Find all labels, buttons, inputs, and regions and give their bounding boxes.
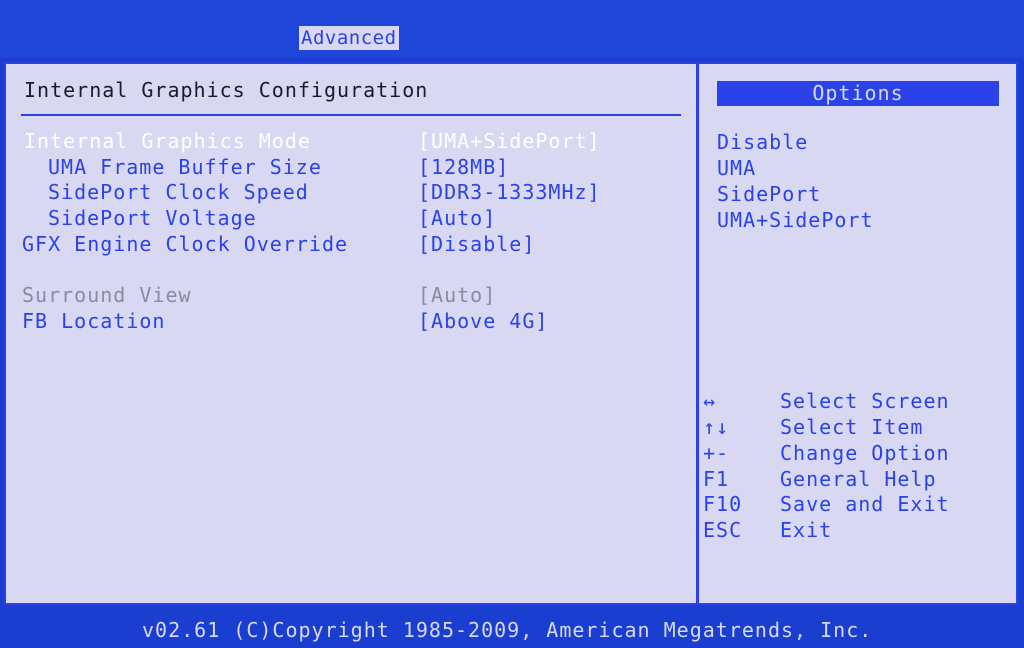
- option-item-disable[interactable]: Disable: [717, 129, 808, 155]
- help-key: +-: [703, 441, 730, 465]
- setting-value: [Auto]: [418, 283, 497, 307]
- setting-label: UMA Frame Buffer Size: [48, 155, 322, 179]
- setting-row-fb-location[interactable]: FB Location [Above 4G]: [6, 308, 696, 334]
- footer-copyright: v02.61 (C)Copyright 1985-2009, American …: [0, 612, 1024, 645]
- setting-label: SidePort Voltage: [48, 206, 257, 230]
- tab-advanced[interactable]: Advanced: [299, 26, 399, 50]
- setting-value[interactable]: [UMA+SidePort]: [418, 128, 601, 154]
- help-desc: Select Item: [780, 415, 924, 439]
- setting-row-uma-frame-buffer-size[interactable]: UMA Frame Buffer Size [128MB]: [6, 154, 696, 180]
- setting-row-internal-graphics-mode[interactable]: Internal Graphics Mode [UMA+SidePort]: [6, 128, 696, 154]
- option-item-sideport[interactable]: SidePort: [717, 181, 821, 207]
- option-item-uma[interactable]: UMA: [717, 155, 756, 181]
- setting-label: Internal Graphics Mode: [24, 129, 311, 153]
- setting-label: FB Location: [22, 309, 166, 333]
- help-row-select-item: ↑↓ Select Item: [703, 414, 1013, 440]
- help-desc: Exit: [780, 518, 833, 542]
- help-key: F1: [703, 467, 730, 491]
- help-desc: Save and Exit: [780, 492, 950, 516]
- setting-value[interactable]: [DDR3-1333MHz]: [418, 179, 601, 205]
- help-desc: Select Screen: [780, 389, 950, 413]
- section-title: Internal Graphics Configuration: [24, 78, 429, 102]
- setting-label: GFX Engine Clock Override: [22, 232, 349, 256]
- settings-panel: Internal Graphics Configuration Internal…: [6, 64, 696, 603]
- setting-label: Surround View: [22, 283, 192, 307]
- option-item-uma-sideport[interactable]: UMA+SidePort: [717, 207, 874, 233]
- setting-value[interactable]: [Disable]: [418, 231, 535, 257]
- setting-label: SidePort Clock Speed: [48, 180, 309, 204]
- panel-divider: [696, 64, 699, 603]
- options-header: Options: [717, 81, 999, 106]
- help-row-change-option: +- Change Option: [703, 440, 1013, 466]
- help-key: ↑↓: [703, 415, 730, 439]
- help-desc: Change Option: [780, 441, 950, 465]
- help-key: ↔: [703, 389, 717, 413]
- setting-value[interactable]: [Above 4G]: [418, 308, 548, 334]
- setting-row-surround-view: Surround View [Auto]: [6, 282, 696, 308]
- setting-value[interactable]: [Auto]: [418, 205, 496, 231]
- top-bar: Advanced: [0, 0, 1024, 58]
- bios-main-frame: Internal Graphics Configuration Internal…: [4, 62, 1018, 605]
- help-key: ESC: [703, 518, 743, 542]
- help-row-select-screen: ↔ Select Screen: [703, 388, 1013, 414]
- setting-row-sideport-clock-speed[interactable]: SidePort Clock Speed [DDR3-1333MHz]: [6, 179, 696, 205]
- help-key: F10: [703, 492, 743, 516]
- help-row-general-help: F1 General Help: [703, 466, 1013, 492]
- help-row-save-and-exit: F10 Save and Exit: [703, 491, 1013, 517]
- setting-row-gfx-engine-clock-override[interactable]: GFX Engine Clock Override [Disable]: [6, 231, 696, 257]
- title-divider: [21, 114, 681, 116]
- copyright-text: v02.61 (C)Copyright 1985-2009, American …: [142, 618, 873, 642]
- help-desc: General Help: [780, 467, 937, 491]
- setting-value[interactable]: [128MB]: [418, 154, 509, 180]
- help-row-exit: ESC Exit: [703, 517, 1013, 543]
- setting-row-sideport-voltage[interactable]: SidePort Voltage [Auto]: [6, 205, 696, 231]
